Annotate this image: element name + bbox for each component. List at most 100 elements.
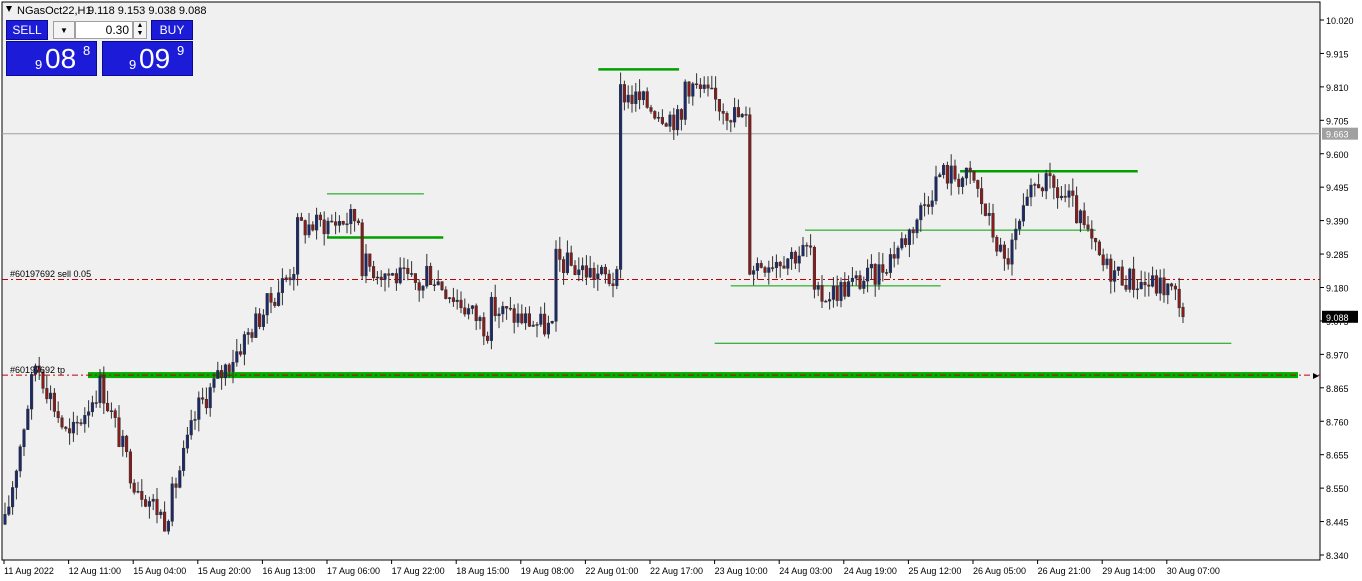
sell-price-box[interactable]: 9 08 8 <box>6 41 97 76</box>
candle-body <box>64 426 68 429</box>
candle-body <box>938 174 942 178</box>
candle-body <box>189 420 193 436</box>
candle-body <box>216 370 220 379</box>
buy-price-box[interactable]: 9 09 9 <box>102 41 193 76</box>
candle-body <box>1082 210 1086 226</box>
candle-body <box>1128 268 1132 290</box>
candle-body <box>448 297 452 299</box>
candle-body <box>877 264 881 285</box>
candle-body <box>543 313 547 335</box>
candle-body <box>638 91 642 101</box>
candle-body <box>417 282 421 291</box>
candle-body <box>254 313 258 338</box>
lot-stepper-icon[interactable]: ▲ ▼ <box>133 21 147 39</box>
candle-body <box>622 84 626 103</box>
candle-body <box>1094 238 1098 243</box>
candle-body <box>292 274 296 281</box>
candle-body <box>45 388 49 400</box>
candle-body <box>820 285 824 302</box>
candle-body <box>265 293 269 316</box>
candle-body <box>907 229 911 245</box>
candle-body <box>706 84 710 89</box>
candle-body <box>94 402 98 404</box>
candle-body <box>239 351 243 355</box>
candle-body <box>421 285 425 291</box>
candle-body <box>170 483 174 522</box>
candle-body <box>79 422 83 425</box>
candle-body <box>535 324 539 326</box>
candle-body <box>1166 283 1170 296</box>
candle-body <box>972 171 976 181</box>
price-tick-label: 8.970 <box>1326 350 1349 360</box>
candle-body <box>49 392 53 400</box>
candle-body <box>1132 268 1136 290</box>
candle-body <box>459 299 463 309</box>
lot-dropdown-arrow-icon[interactable]: ▼ <box>53 21 75 39</box>
sell-price-prefix: 9 <box>35 57 43 72</box>
candle-body <box>930 200 934 207</box>
buy-button[interactable]: BUY <box>151 20 193 40</box>
candle-body <box>676 109 680 131</box>
candle-body <box>1029 184 1033 198</box>
sell-button[interactable]: SELL <box>6 20 48 40</box>
candle-body <box>3 514 7 525</box>
price-chart[interactable]: 10.020 9.915 9.810 9.705 9.600 9.495 9.390 9.28… <box>0 0 1362 581</box>
candle-body <box>923 204 927 206</box>
candle-body <box>835 285 839 301</box>
sell-price-big: 08 <box>45 43 77 74</box>
candle-body <box>1177 288 1181 309</box>
candle-body <box>269 293 273 303</box>
candle-body <box>687 81 691 97</box>
price-tick-label: 9.495 <box>1326 183 1349 193</box>
candle-body <box>733 107 737 123</box>
candle-body <box>11 487 15 508</box>
candle-body <box>759 263 763 268</box>
time-tick-label: 15 Aug 04:00 <box>133 566 186 576</box>
candle-body <box>280 278 284 293</box>
candle-body <box>695 83 699 86</box>
candle-body <box>584 265 588 278</box>
candle-body <box>1078 210 1082 224</box>
sell-order-label: #60197692 sell 0.05 <box>10 269 91 279</box>
candle-body <box>1059 195 1063 199</box>
candle-body <box>242 334 246 355</box>
candle-body <box>136 491 140 493</box>
candle-body <box>919 205 923 221</box>
candle-body <box>812 246 816 290</box>
candle-body <box>375 276 379 279</box>
candle-body <box>56 411 60 419</box>
candle-body <box>258 313 262 327</box>
candle-body <box>1143 281 1147 286</box>
candle-body <box>163 511 167 532</box>
candle-body <box>1052 175 1056 188</box>
candle-body <box>444 289 448 299</box>
time-tick-label: 17 Aug 06:00 <box>327 566 380 576</box>
price-tick-label: 8.655 <box>1326 451 1349 461</box>
candle-body <box>717 99 721 112</box>
candle-body <box>125 435 129 453</box>
time-tick-label: 17 Aug 22:00 <box>392 566 445 576</box>
candle-body <box>121 435 125 447</box>
ohlc-readout: 9.118 9.153 9.038 9.088 <box>88 5 206 17</box>
candle-body <box>991 213 995 238</box>
lot-size-input[interactable] <box>75 21 133 39</box>
candle-body <box>945 164 949 184</box>
candle-body <box>596 273 600 280</box>
candle-body <box>565 252 569 274</box>
candle-body <box>1048 173 1052 177</box>
candle-body <box>1086 224 1090 230</box>
candle-body <box>212 378 216 388</box>
candle-body <box>702 84 706 89</box>
candle-body <box>429 265 433 285</box>
candle-body <box>797 255 801 264</box>
candle-body <box>311 224 315 231</box>
candle-body <box>949 165 953 184</box>
candle-body <box>1006 258 1010 265</box>
candle-body <box>961 177 965 187</box>
candle-body <box>1109 258 1113 282</box>
candle-body <box>132 482 136 493</box>
candle-body <box>166 521 170 532</box>
candle-body <box>554 248 558 322</box>
candle-body <box>831 285 835 300</box>
candle-body <box>413 273 417 283</box>
